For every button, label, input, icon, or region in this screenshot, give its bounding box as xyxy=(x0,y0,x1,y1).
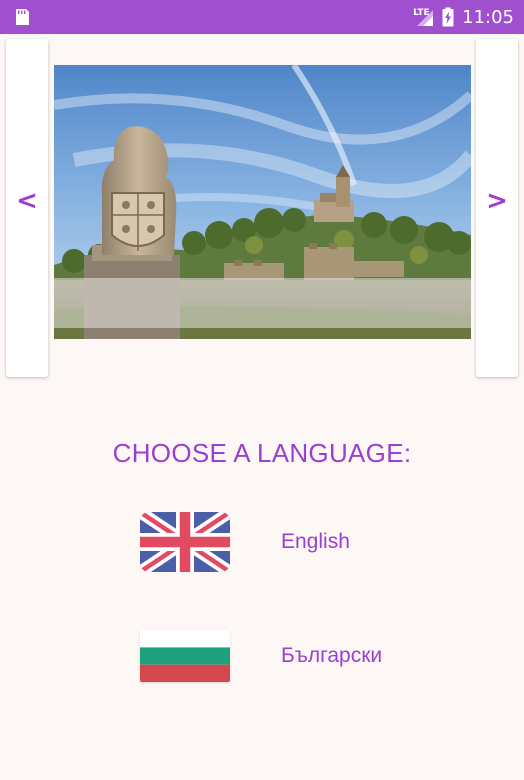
clock: 11:05 xyxy=(462,6,514,28)
sd-card-icon xyxy=(16,9,29,25)
veliko-tarnovo-castle-photo xyxy=(54,65,471,339)
chevron-right-icon: > xyxy=(486,186,508,216)
chevron-left-icon: < xyxy=(16,186,38,216)
page-title: CHOOSE A LANGUAGE: xyxy=(112,438,412,468)
next-image-button[interactable]: > xyxy=(476,39,518,377)
previous-image-button[interactable]: < xyxy=(6,39,48,377)
signal-icon: LTE xyxy=(412,7,434,27)
bulgaria-flag-icon xyxy=(140,630,230,682)
network-type: LTE xyxy=(413,8,430,18)
language-option-bulgarian[interactable]: Български xyxy=(0,622,524,692)
language-label-bulgarian: Български xyxy=(281,644,383,667)
image-carousel: < > xyxy=(0,34,524,384)
language-label-english: English xyxy=(281,530,350,553)
uk-flag-icon xyxy=(140,512,230,572)
battery-charging-icon xyxy=(442,7,454,27)
language-option-english[interactable]: English xyxy=(0,508,524,578)
status-bar: LTE 11:05 xyxy=(0,0,524,34)
